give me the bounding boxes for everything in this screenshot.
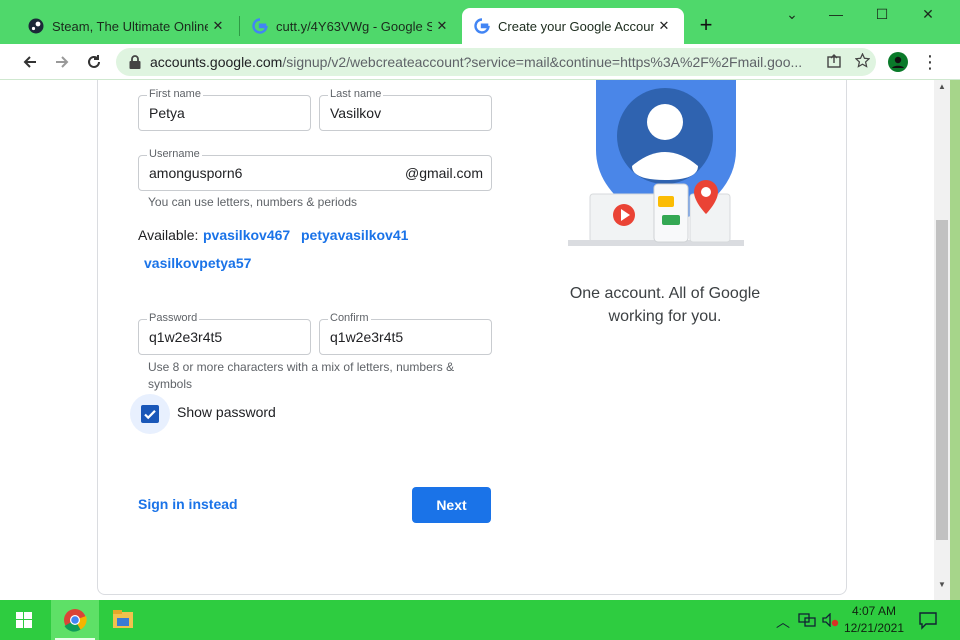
back-button[interactable] <box>16 48 44 76</box>
scroll-thumb[interactable] <box>936 220 948 540</box>
profile-avatar-icon[interactable] <box>888 52 908 72</box>
suggestion-link[interactable]: pvasilkov467 <box>203 227 290 243</box>
minimize-button[interactable]: — <box>813 6 859 26</box>
tab-title: cutt.y/4Y63VWg - Google Se <box>276 18 432 34</box>
first-name-label: First name <box>147 88 203 100</box>
password-value: q1w2e3r4t5 <box>149 329 223 345</box>
arrow-left-icon <box>23 56 36 68</box>
tab-close-icon[interactable]: ✕ <box>208 18 228 34</box>
password-field[interactable]: Password q1w2e3r4t5 <box>138 312 311 355</box>
show-password-checkbox[interactable] <box>130 394 170 434</box>
browser-tab-strip: Steam, The Ultimate Online G ✕ cutt.y/4Y… <box>0 0 960 44</box>
more-menu-icon[interactable]: ⋮ <box>918 50 942 74</box>
last-name-label: Last name <box>328 88 384 100</box>
confirm-password-field[interactable]: Confirm q1w2e3r4t5 <box>319 312 492 355</box>
url-text: accounts.google.com/signup/v2/webcreatea… <box>150 54 820 70</box>
file-explorer-icon <box>113 610 133 628</box>
username-value: amongusporn6 <box>149 165 243 181</box>
checkmark-icon <box>144 410 156 420</box>
windows-logo-icon <box>16 612 32 628</box>
tab-title: Steam, The Ultimate Online G <box>52 18 208 34</box>
suggestion-link[interactable]: vasilkovpetya57 <box>144 255 251 271</box>
start-button[interactable] <box>0 600 48 640</box>
taskbar-file-explorer[interactable] <box>99 600 147 640</box>
chrome-icon <box>64 609 87 632</box>
next-button[interactable]: Next <box>412 487 491 523</box>
tab-title: Create your Google Account <box>498 18 654 34</box>
password-hint: Use 8 or more characters with a mix of l… <box>148 360 455 391</box>
last-name-value: Vasilkov <box>330 105 382 121</box>
share-icon[interactable] <box>820 53 848 71</box>
username-hint: You can use letters, numbers & periods <box>148 195 358 209</box>
tray-chevron-icon[interactable]: ︿ <box>776 612 790 632</box>
username-field[interactable]: Username amongusporn6 @gmail.com <box>138 148 492 191</box>
reload-button[interactable] <box>80 48 108 76</box>
last-name-field[interactable]: Last name Vasilkov <box>319 88 492 131</box>
google-g-icon <box>252 18 268 34</box>
suggestion-link[interactable]: petyavasilkov41 <box>301 227 408 243</box>
maximize-button[interactable]: ☐ <box>859 6 905 26</box>
clock-time: 4:07 AM <box>851 604 897 618</box>
password-label: Password <box>147 312 200 324</box>
confirm-value: q1w2e3r4t5 <box>330 329 404 345</box>
close-window-button[interactable]: ✕ <box>905 6 951 26</box>
page-scrollbar[interactable]: ▲ ▼ <box>934 80 950 600</box>
tagline-line-1: One account. All of Google <box>569 285 761 302</box>
forward-button[interactable] <box>48 48 76 76</box>
tab-close-icon[interactable]: ✕ <box>654 18 674 34</box>
notification-center-icon[interactable] <box>918 610 938 630</box>
taskbar-clock[interactable]: 4:07 AM 12/21/2021 <box>838 603 910 637</box>
arrow-right-icon <box>56 56 69 68</box>
reload-icon <box>88 55 100 68</box>
checkbox-checked <box>141 405 159 423</box>
url-path: /signup/v2/webcreateaccount?service=mail… <box>282 54 803 70</box>
google-g-icon <box>474 18 490 34</box>
tab-create-account[interactable]: Create your Google Account ✕ <box>462 8 684 44</box>
available-label: Available: <box>138 227 199 243</box>
first-name-value: Petya <box>149 105 185 121</box>
steam-icon <box>28 18 44 34</box>
tab-steam[interactable]: Steam, The Ultimate Online G ✕ <box>16 8 238 44</box>
scroll-down-icon[interactable]: ▼ <box>934 580 950 594</box>
network-icon[interactable] <box>798 613 816 627</box>
clock-date: 12/21/2021 <box>843 621 905 635</box>
address-bar[interactable]: accounts.google.com/signup/v2/webcreatea… <box>116 48 876 76</box>
sign-in-instead-link[interactable]: Sign in instead <box>138 496 238 512</box>
windows-taskbar: ︿ 4:07 AM 12/21/2021 <box>0 600 960 640</box>
google-account-illustration-icon <box>568 80 744 246</box>
url-host: accounts.google.com <box>150 54 283 70</box>
tab-search-button[interactable]: ⌄ <box>769 6 815 26</box>
page-viewport: First name Petya Last name Vasilkov User… <box>0 80 960 600</box>
tab-close-icon[interactable]: ✕ <box>432 18 452 34</box>
username-label: Username <box>147 148 202 160</box>
confirm-label: Confirm <box>328 312 371 324</box>
lock-icon <box>129 55 141 69</box>
scroll-up-icon[interactable]: ▲ <box>934 82 950 96</box>
gmail-suffix: @gmail.com <box>404 165 483 181</box>
new-tab-button[interactable]: + <box>692 12 720 40</box>
tagline: One account. All of Google working for y… <box>560 282 770 328</box>
bookmark-star-icon[interactable] <box>848 52 876 71</box>
taskbar-chrome[interactable] <box>51 600 99 640</box>
first-name-field[interactable]: First name Petya <box>138 88 311 131</box>
show-password-label[interactable]: Show password <box>177 404 276 420</box>
desktop-wallpaper <box>950 80 960 600</box>
tab-google-search[interactable]: cutt.y/4Y63VWg - Google Se ✕ <box>240 8 462 44</box>
tagline-line-2: working for you. <box>608 308 722 325</box>
browser-toolbar: accounts.google.com/signup/v2/webcreatea… <box>0 44 960 80</box>
